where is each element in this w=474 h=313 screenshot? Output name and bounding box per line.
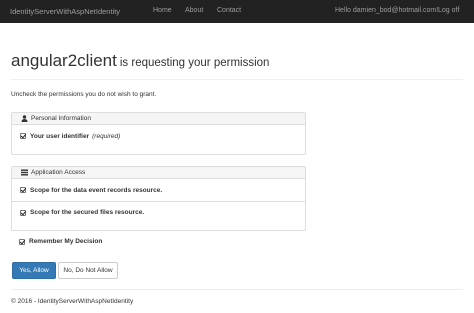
user-identifier-label: Your user identifier: [30, 132, 90, 140]
divider-bottom: [11, 289, 463, 290]
no-do-not-allow-button[interactable]: No, Do Not Allow: [58, 262, 118, 279]
personal-information-panel: Personal Information Your user identifie…: [11, 112, 306, 155]
nav-contact-link[interactable]: Contact: [217, 7, 241, 14]
user-icon: [21, 115, 28, 122]
scope-item-secured-files: Scope for the secured files resource.: [12, 201, 305, 223]
application-access-panel: Application Access Scope for the data ev…: [11, 166, 306, 231]
navbar-brand[interactable]: IdentityServerWithAspNetIdentity: [10, 7, 120, 16]
client-name: angular2client: [11, 51, 117, 70]
nav-logoff-link[interactable]: Log off: [438, 7, 459, 14]
secured-files-label: Scope for the secured files resource.: [30, 209, 145, 216]
access-panel-heading: Application Access: [12, 167, 305, 179]
scope-item-user-identifier: Your user identifier (required): [12, 125, 305, 147]
remember-decision-checkbox[interactable]: [19, 238, 25, 245]
yes-allow-button[interactable]: Yes, Allow: [12, 262, 56, 279]
access-panel-title: Application Access: [31, 169, 86, 176]
scope-item-data-event-records: Scope for the data event records resourc…: [12, 179, 305, 201]
top-navbar: IdentityServerWithAspNetIdentity Home Ab…: [0, 0, 474, 23]
user-identifier-checkbox[interactable]: [20, 133, 26, 139]
page-title: angular2client is requesting your permiss…: [11, 51, 269, 71]
remember-decision-label: Remember My Decision: [29, 238, 103, 245]
data-event-records-label: Scope for the data event records resourc…: [30, 186, 163, 194]
remember-decision: Remember My Decision: [19, 238, 102, 245]
nav-user-greeting[interactable]: Hello damien_bod@hotmail.com!: [335, 7, 438, 14]
required-note: (required): [92, 132, 121, 140]
personal-panel-title: Personal Information: [31, 115, 91, 122]
personal-panel-heading: Personal Information: [12, 113, 305, 125]
secured-files-checkbox[interactable]: [20, 209, 26, 216]
nav-about-link[interactable]: About: [185, 7, 203, 14]
nav-home-link[interactable]: Home: [153, 7, 172, 14]
divider-top: [11, 79, 463, 80]
request-text: is requesting your permission: [119, 57, 270, 69]
data-event-records-checkbox[interactable]: [20, 187, 26, 193]
footer-text: © 2016 - IdentityServerWithAspNetIdentit…: [11, 298, 134, 305]
instructions-text: Uncheck the permissions you do not wish …: [11, 91, 157, 98]
list-icon: [21, 169, 28, 176]
